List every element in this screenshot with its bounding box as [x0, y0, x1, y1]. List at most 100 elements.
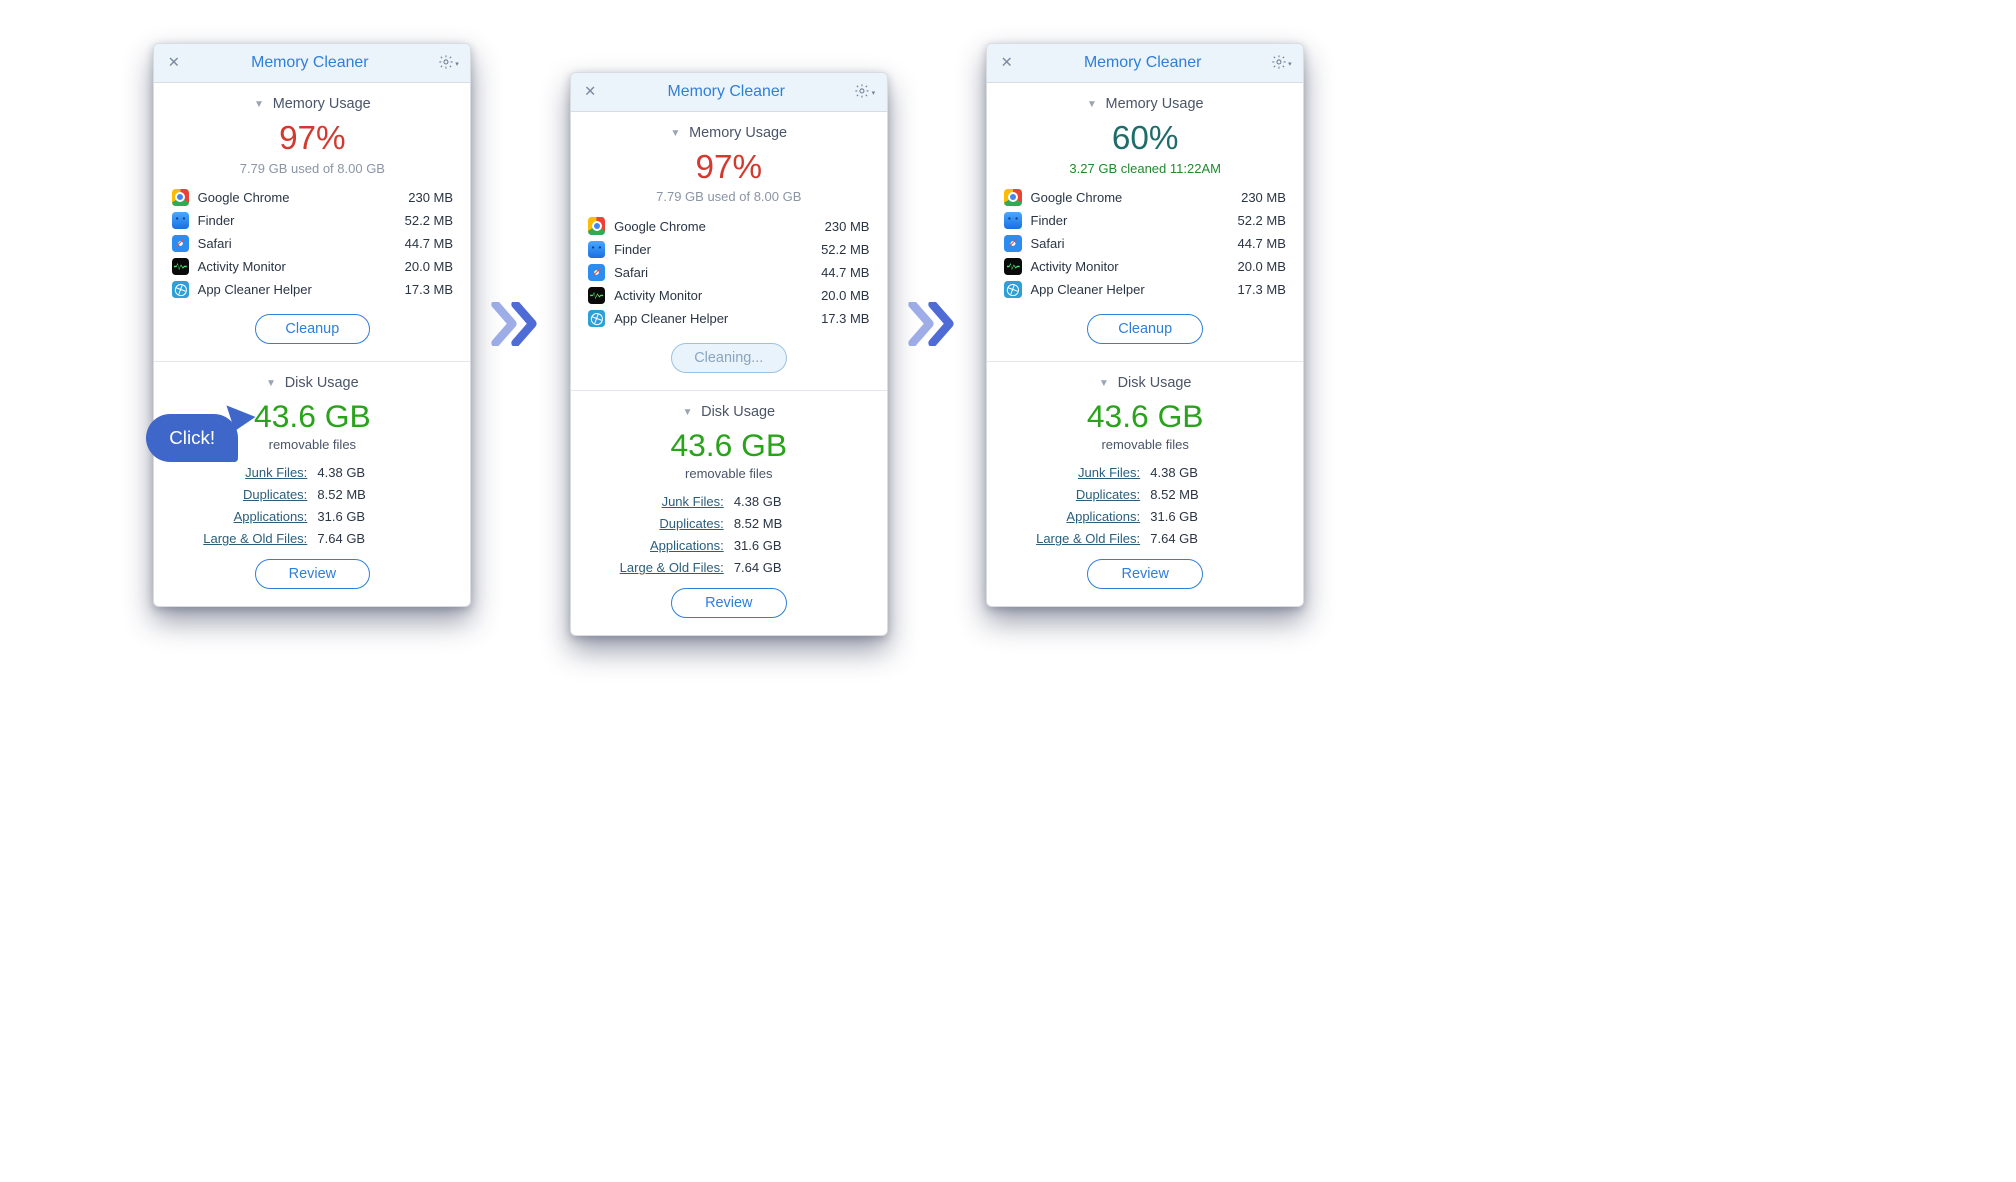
disk-category-value: 8.52 MB [734, 516, 852, 531]
close-button[interactable]: ✕ [163, 53, 185, 75]
disk-section-header[interactable]: ▼ Disk Usage [571, 404, 887, 420]
app-size: 52.2 MB [1237, 213, 1285, 228]
disk-category-value: 31.6 GB [317, 509, 435, 524]
settings-button[interactable]: ▾ [851, 80, 878, 105]
activity-monitor-icon [172, 258, 189, 275]
disk-section-title: Disk Usage [1118, 375, 1192, 391]
collapse-icon: ▼ [670, 128, 680, 139]
disk-category-link[interactable]: Large & Old Files: [605, 560, 723, 575]
review-button[interactable]: Review [255, 559, 371, 589]
disk-category-link[interactable]: Applications: [605, 538, 723, 553]
disk-category-link[interactable]: Junk Files: [1022, 465, 1140, 480]
close-button[interactable]: ✕ [579, 81, 601, 103]
app-row[interactable]: Activity Monitor 20.0 MB [172, 255, 453, 278]
gear-icon [854, 83, 870, 102]
memory-section-header[interactable]: ▼ Memory Usage [987, 96, 1303, 112]
disk-category-link[interactable]: Duplicates: [1022, 487, 1140, 502]
disk-subline: removable files [987, 437, 1303, 452]
popover-caret [1137, 43, 1153, 45]
memory-subline: 3.27 GB cleaned 11:22AM [987, 161, 1303, 176]
memory-section-header[interactable]: ▼ Memory Usage [154, 96, 470, 112]
app-row[interactable]: Finder 52.2 MB [1004, 209, 1285, 232]
disk-section-header[interactable]: ▼ Disk Usage [154, 375, 470, 391]
app-row[interactable]: Safari 44.7 MB [1004, 232, 1285, 255]
memory-section: ▼ Memory Usage 97% 7.79 GB used of 8.00 … [154, 83, 470, 361]
app-size: 20.0 MB [1237, 259, 1285, 274]
app-name: Safari [1031, 236, 1238, 251]
disk-category-value: 8.52 MB [1150, 487, 1268, 502]
cleanup-button[interactable]: Cleanup [255, 314, 371, 344]
app-row[interactable]: App Cleaner Helper 17.3 MB [1004, 278, 1285, 301]
disk-category-value: 7.64 GB [317, 531, 435, 546]
disk-category-link[interactable]: Junk Files: [189, 465, 307, 480]
chevron-right-icon [521, 302, 541, 348]
app-size: 20.0 MB [821, 288, 869, 303]
memory-section: ▼ Memory Usage 97% 7.79 GB used of 8.00 … [571, 112, 887, 390]
close-button[interactable]: ✕ [996, 53, 1018, 75]
disk-category-link[interactable]: Duplicates: [189, 487, 307, 502]
app-row[interactable]: App Cleaner Helper 17.3 MB [172, 278, 453, 301]
gear-icon [1271, 54, 1287, 73]
review-button[interactable]: Review [671, 588, 787, 618]
gear-icon [438, 54, 454, 73]
disk-category-link[interactable]: Large & Old Files: [1022, 531, 1140, 546]
app-row[interactable]: Finder 52.2 MB [588, 238, 869, 261]
disk-category-link[interactable]: Large & Old Files: [189, 531, 307, 546]
memory-subline: 7.79 GB used of 8.00 GB [571, 189, 887, 204]
collapse-icon: ▼ [254, 99, 264, 110]
app-size: 230 MB [408, 190, 453, 205]
app-name: Safari [614, 265, 821, 280]
app-name: Google Chrome [1031, 190, 1242, 205]
chevron-right-icon [937, 302, 957, 348]
app-row[interactable]: Safari 44.7 MB [172, 232, 453, 255]
disk-section-title: Disk Usage [701, 404, 775, 420]
disk-category-link[interactable]: Duplicates: [605, 516, 723, 531]
app-name: App Cleaner Helper [198, 282, 405, 297]
disk-subline: removable files [571, 466, 887, 481]
app-cleaner-icon [1004, 281, 1021, 298]
app-name: Finder [1031, 213, 1238, 228]
activity-monitor-icon [1004, 258, 1021, 275]
app-row[interactable]: Google Chrome 230 MB [1004, 186, 1285, 209]
app-cleaner-icon [172, 281, 189, 298]
app-row[interactable]: Safari 44.7 MB [588, 261, 869, 284]
memory-section-header[interactable]: ▼ Memory Usage [571, 125, 887, 141]
next-step-arrow [917, 302, 958, 348]
disk-section: ▼ Disk Usage 43.6 GB removable files Jun… [987, 361, 1303, 606]
app-list: Google Chrome 230 MB Finder 52.2 MB Safa… [571, 215, 887, 331]
titlebar: ✕ Memory Cleaner ▾ [571, 73, 887, 112]
next-step-arrow [500, 302, 541, 348]
disk-category-value: 4.38 GB [317, 465, 435, 480]
titlebar: ✕ Memory Cleaner ▾ [154, 44, 470, 83]
disk-category-link[interactable]: Applications: [189, 509, 307, 524]
app-cleaner-icon [588, 310, 605, 327]
app-size: 17.3 MB [1237, 282, 1285, 297]
disk-list: Junk Files: 4.38 GB Duplicates: 8.52 MB … [154, 465, 470, 547]
disk-category-value: 31.6 GB [1150, 509, 1268, 524]
disk-category-value: 7.64 GB [1150, 531, 1268, 546]
app-row[interactable]: Google Chrome 230 MB [172, 186, 453, 209]
app-name: Activity Monitor [614, 288, 821, 303]
app-row[interactable]: App Cleaner Helper 17.3 MB [588, 307, 869, 330]
disk-category-link[interactable]: Junk Files: [605, 494, 723, 509]
app-row[interactable]: Finder 52.2 MB [172, 209, 453, 232]
disk-section-header[interactable]: ▼ Disk Usage [987, 375, 1303, 391]
disk-list: Junk Files: 4.38 GB Duplicates: 8.52 MB … [987, 465, 1303, 547]
cleanup-button[interactable]: Cleaning... [671, 343, 787, 373]
app-row[interactable]: Google Chrome 230 MB [588, 215, 869, 238]
cleanup-button[interactable]: Cleanup [1087, 314, 1203, 344]
chrome-icon [1004, 189, 1021, 206]
disk-section: ▼ Disk Usage 43.6 GB removable files Jun… [154, 361, 470, 606]
app-size: 44.7 MB [821, 265, 869, 280]
safari-icon [1004, 235, 1021, 252]
callout-text: Click! [169, 427, 215, 448]
app-row[interactable]: Activity Monitor 20.0 MB [588, 284, 869, 307]
app-row[interactable]: Activity Monitor 20.0 MB [1004, 255, 1285, 278]
review-button[interactable]: Review [1087, 559, 1203, 589]
finder-icon [588, 241, 605, 258]
settings-button[interactable]: ▾ [435, 51, 462, 76]
disk-category-link[interactable]: Applications: [1022, 509, 1140, 524]
settings-button[interactable]: ▾ [1268, 51, 1295, 76]
app-name: Finder [198, 213, 405, 228]
disk-category-value: 8.52 MB [317, 487, 435, 502]
